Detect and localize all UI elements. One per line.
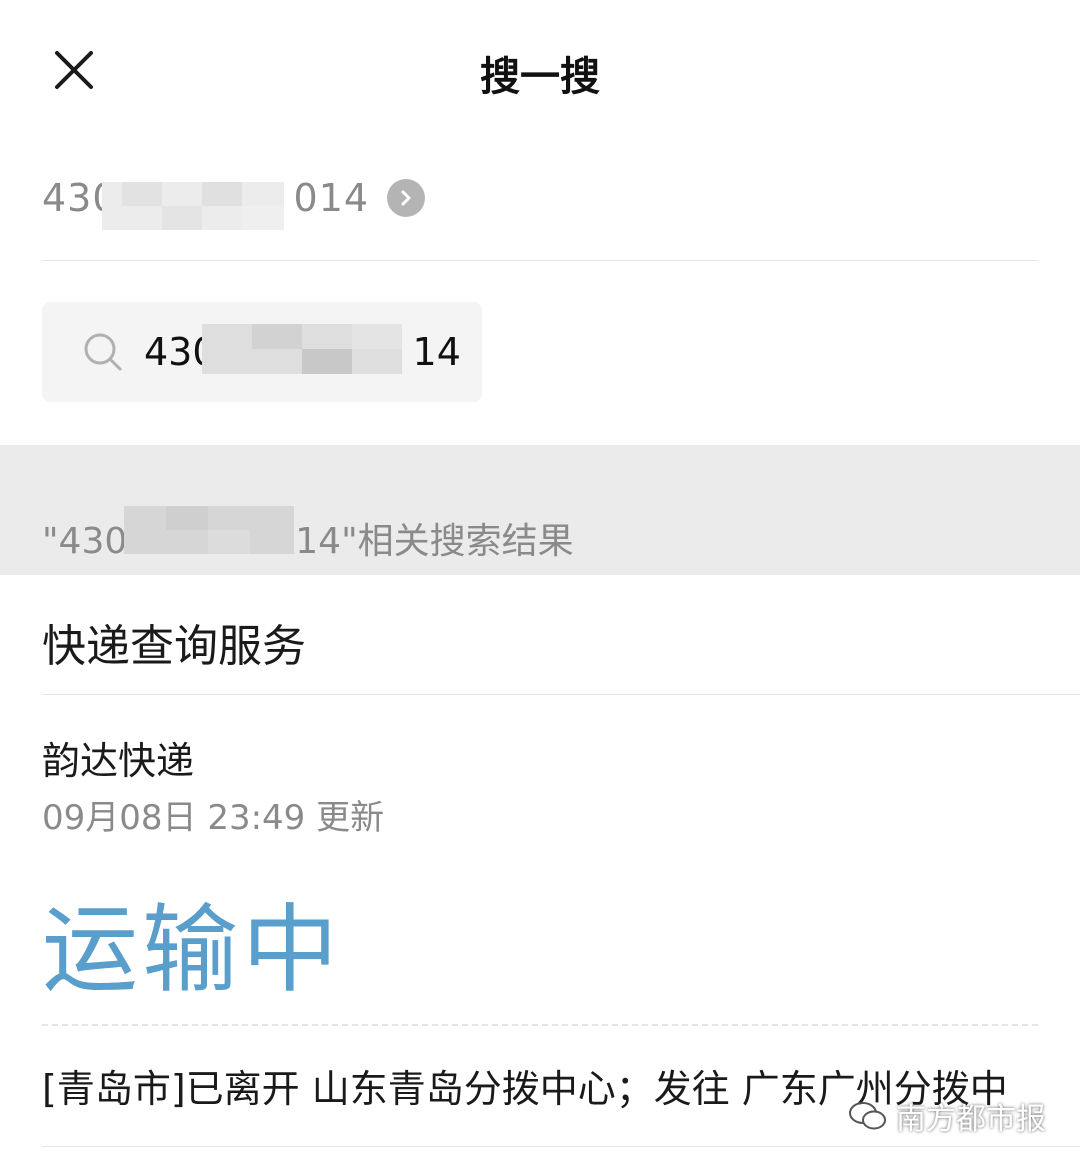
redaction-blur (124, 506, 294, 554)
query-text: 430 014 (42, 176, 370, 230)
search-value: 430 14 (144, 324, 461, 374)
courier-name: 韵达快递 (42, 739, 195, 783)
divider (42, 1146, 1080, 1147)
wechat-icon (849, 1102, 886, 1130)
dashed-divider (42, 1024, 1038, 1026)
divider (42, 260, 1038, 261)
results-label: "430 14"相关搜索结果 (42, 506, 574, 564)
divider (42, 694, 1080, 695)
search-input[interactable]: 430 14 (42, 302, 482, 402)
page-title: 搜一搜 (480, 54, 600, 100)
chevron-right-icon (387, 179, 426, 217)
redaction-blur (202, 324, 402, 374)
delivery-status: 运输中 (42, 894, 342, 1006)
update-time: 09月08日 23:49 更新 (42, 798, 385, 838)
watermark: 南方都市报 (848, 1094, 1046, 1138)
query-suffix: 014 (293, 176, 370, 220)
header-bar: 搜一搜 (0, 0, 1080, 140)
results-label-suffix: 14"相关搜索结果 (295, 521, 574, 562)
search-value-suffix: 14 (412, 330, 461, 374)
watermark-text: 南方都市报 (896, 1102, 1046, 1137)
redaction-blur (102, 182, 284, 230)
query-link[interactable]: 430 014 (42, 168, 426, 230)
results-label-prefix: "430 (42, 521, 128, 562)
search-icon (84, 333, 122, 371)
service-title: 快递查询服务 (42, 621, 306, 672)
